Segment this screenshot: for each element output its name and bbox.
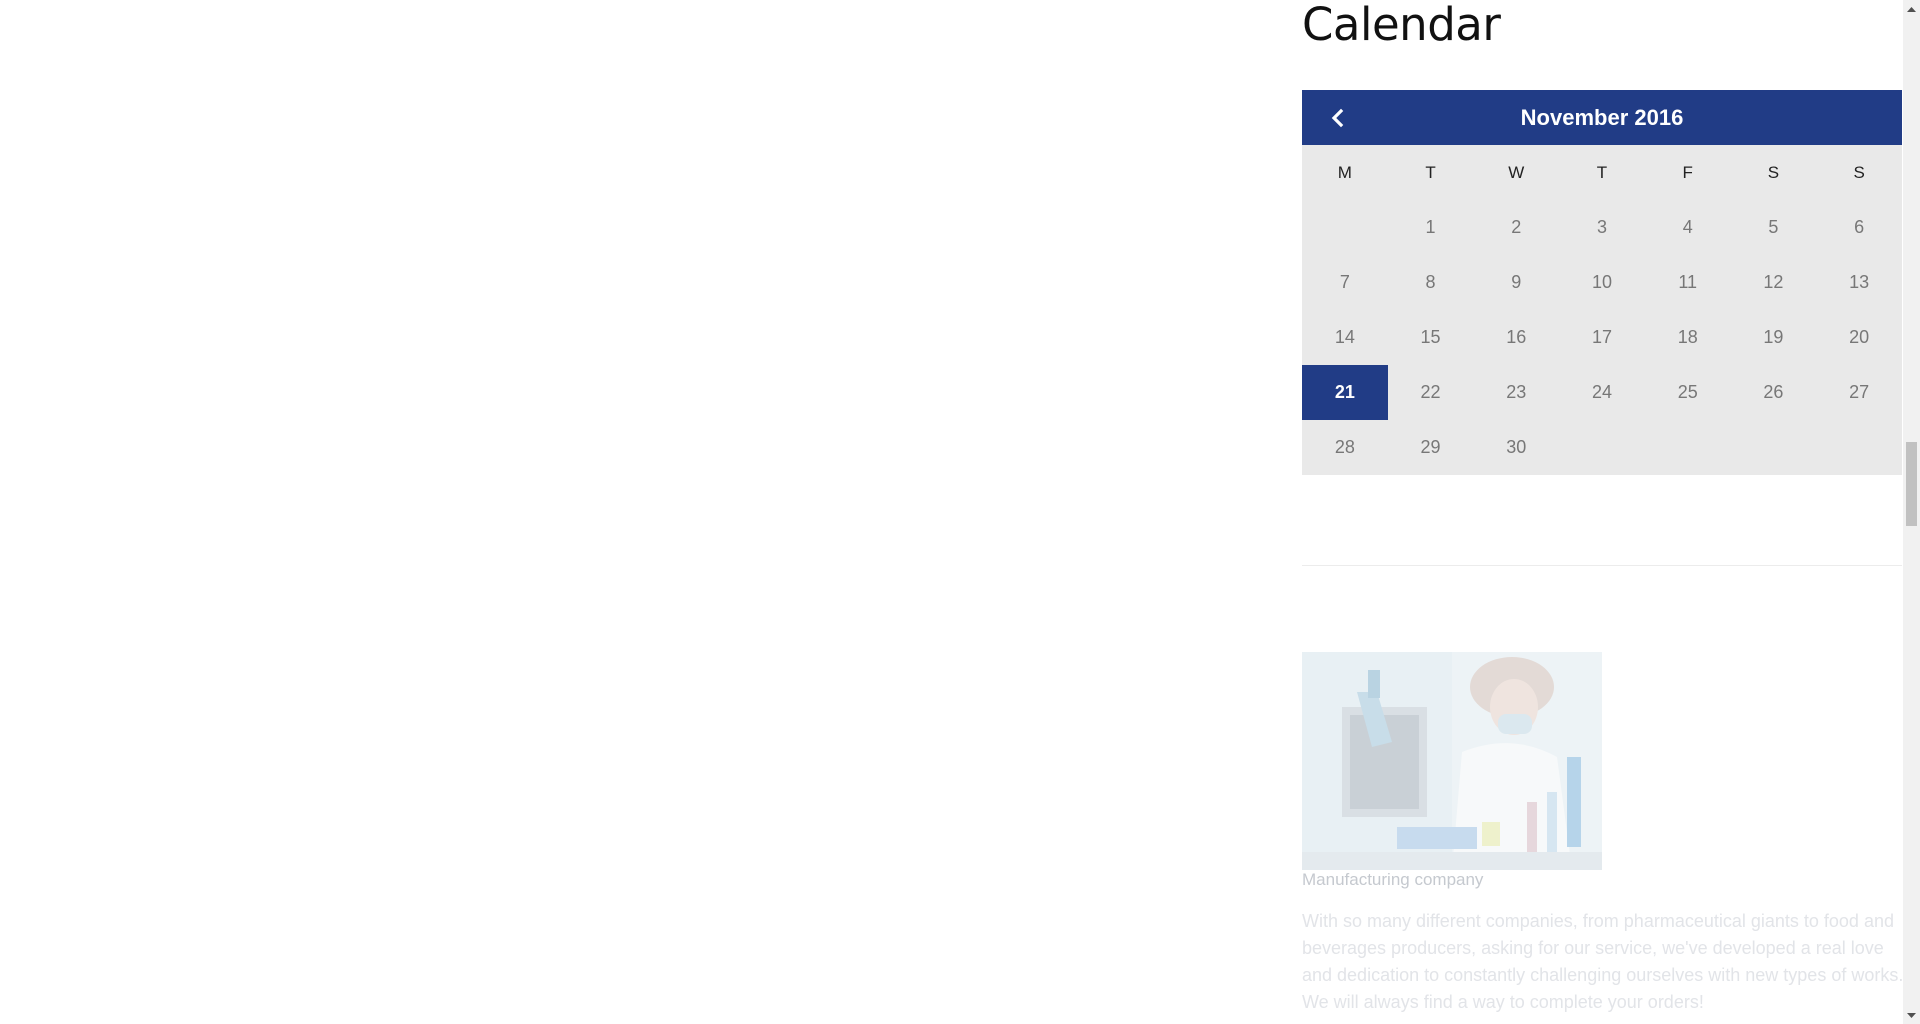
scrollbar-thumb[interactable] (1906, 442, 1917, 526)
calendar-day[interactable]: 4 (1645, 200, 1731, 255)
calendar-day[interactable]: 16 (1473, 310, 1559, 365)
chevron-left-icon (1331, 108, 1344, 128)
calendar-day[interactable]: 23 (1473, 365, 1559, 420)
calendar-empty-cell (1816, 420, 1902, 475)
weekday-header: T (1425, 162, 1436, 182)
weekday-header: T (1596, 162, 1608, 182)
calendar-day[interactable]: 25 (1645, 365, 1731, 420)
calendar-empty-cell (1645, 420, 1731, 475)
calendar-day[interactable]: 22 (1388, 365, 1474, 420)
weekday-header: S (1853, 162, 1865, 182)
scroll-up-button[interactable] (1903, 0, 1920, 17)
weekday-header: S (1767, 162, 1780, 182)
calendar-day[interactable]: 30 (1473, 420, 1559, 475)
post-thumbnail[interactable] (1302, 652, 1602, 870)
post-excerpt: With so many different companies, from p… (1302, 911, 1904, 1012)
calendar-day[interactable]: 18 (1645, 310, 1731, 365)
calendar-day[interactable]: 6 (1816, 200, 1902, 255)
calendar-day[interactable]: 29 (1388, 420, 1474, 475)
scroll-up-arrow-icon (1907, 6, 1916, 12)
calendar-month-label: November 2016 (1520, 104, 1684, 130)
calendar-header: November 2016 (1302, 90, 1902, 145)
calendar-day[interactable]: 13 (1816, 255, 1902, 310)
calendar-day[interactable]: 8 (1388, 255, 1474, 310)
weekday-header: M (1337, 162, 1352, 182)
calendar-day[interactable]: 1 (1388, 200, 1474, 255)
scroll-down-arrow-icon (1907, 1012, 1916, 1018)
weekday-header: F (1682, 162, 1693, 182)
calendar-day[interactable]: 14 (1302, 310, 1388, 365)
calendar-empty-cell (1559, 420, 1645, 475)
calendar-day[interactable]: 7 (1302, 255, 1388, 310)
calendar-empty-cell (1302, 200, 1388, 255)
calendar-day[interactable]: 5 (1731, 200, 1817, 255)
calendar-day[interactable]: 10 (1559, 255, 1645, 310)
calendar-widget-title: Calendar (1302, 0, 1501, 51)
calendar-widget: November 2016 M T W T F S S 1 2 3 4 5 6 7 8 9 10 11 12 13 14… (1302, 90, 1902, 475)
calendar-day[interactable]: 9 (1473, 255, 1559, 310)
lab-scientist-image (1302, 652, 1602, 870)
calendar-day[interactable]: 19 (1731, 310, 1817, 365)
calendar-day[interactable]: 2 (1473, 200, 1559, 255)
scroll-down-button[interactable] (1903, 1007, 1920, 1024)
calendar-day[interactable]: 24 (1559, 365, 1645, 420)
post-title-link[interactable]: Manufacturing company (1302, 870, 1483, 890)
previous-month-button[interactable] (1320, 100, 1356, 136)
calendar-grid: M T W T F S S 1 2 3 4 5 6 7 8 9 10 11 12 13 14 15 16 17 18 19 20 21… (1302, 145, 1902, 475)
calendar-day[interactable]: 17 (1559, 310, 1645, 365)
calendar-day-today[interactable]: 21 (1302, 365, 1388, 420)
calendar-empty-cell (1731, 420, 1817, 475)
calendar-day[interactable]: 20 (1816, 310, 1902, 365)
calendar-day[interactable]: 3 (1559, 200, 1645, 255)
calendar-day[interactable]: 26 (1731, 365, 1817, 420)
calendar-day[interactable]: 27 (1816, 365, 1902, 420)
calendar-day[interactable]: 28 (1302, 420, 1388, 475)
weekday-header: W (1508, 162, 1525, 182)
divider (1302, 565, 1902, 566)
calendar-day[interactable]: 11 (1645, 255, 1731, 310)
calendar-day[interactable]: 15 (1388, 310, 1474, 365)
page-scrollbar[interactable] (1903, 0, 1920, 1024)
calendar-day[interactable]: 12 (1731, 255, 1817, 310)
